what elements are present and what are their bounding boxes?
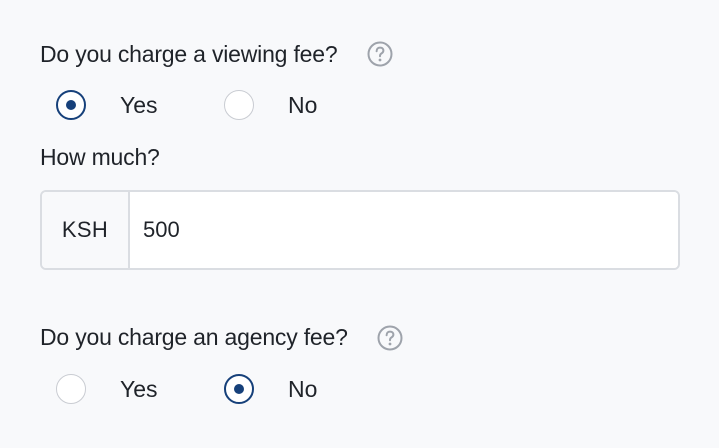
amount-input-group: KSH [40,190,680,270]
viewing-fee-question: Do you charge a viewing fee? [40,41,338,67]
agency-fee-yes-label[interactable]: Yes [120,375,158,403]
agency-fee-question: Do you charge an agency fee? [40,324,348,350]
agency-fee-no-label[interactable]: No [288,375,317,403]
viewing-fee-no-label[interactable]: No [288,91,317,119]
amount-label: How much? [40,144,160,170]
question-circle-icon[interactable] [367,41,393,67]
viewing-fee-yes-label[interactable]: Yes [120,91,158,119]
viewing-fee-no-radio[interactable] [224,90,254,120]
viewing-fee-yes-radio[interactable] [56,90,86,120]
agency-fee-no-radio[interactable] [224,374,254,404]
currency-addon: KSH [42,192,130,268]
amount-input[interactable] [130,192,678,268]
agency-fee-yes-radio[interactable] [56,374,86,404]
question-circle-icon[interactable] [377,325,403,351]
